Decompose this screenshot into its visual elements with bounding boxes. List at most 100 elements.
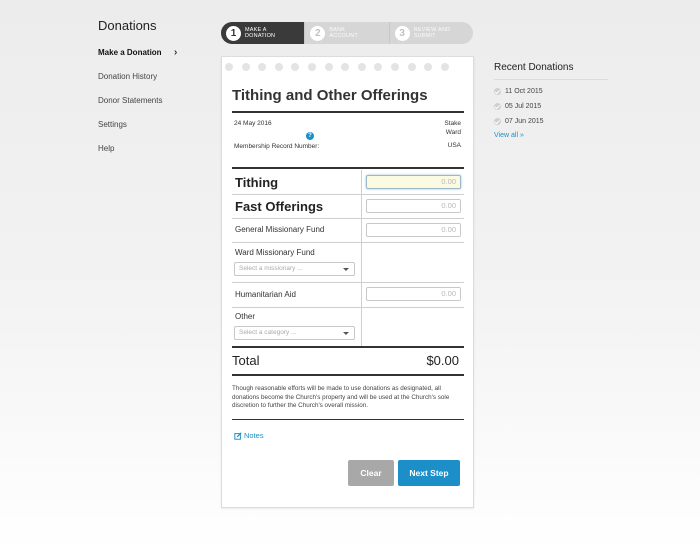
total-value: $0.00: [426, 353, 459, 368]
tithing-label: Tithing: [235, 175, 279, 190]
sidebar-item-label: Make a Donation: [98, 48, 162, 57]
divider: [232, 307, 464, 308]
sidebar-item-label: Help: [98, 144, 115, 153]
step-make-a-donation: 1 MAKE A DONATION: [221, 22, 306, 44]
recent-donation-date: 07 Jun 2015: [505, 118, 544, 125]
recent-donation-item[interactable]: 05 Jul 2015: [494, 99, 608, 114]
divider: [232, 111, 464, 113]
perforation-hole: [374, 63, 383, 71]
view-all-link[interactable]: View all »: [494, 132, 608, 139]
sidebar-nav: Donations Make a Donation › Donation His…: [98, 18, 198, 167]
perforation-hole: [225, 63, 233, 71]
general-missionary-fund-label: General Missionary Fund: [235, 225, 325, 234]
divider: [232, 194, 464, 195]
sidebar-item-make-a-donation[interactable]: Make a Donation ›: [98, 47, 198, 71]
perforation-hole: [291, 63, 300, 71]
sidebar-item-help[interactable]: Help: [98, 143, 198, 167]
sidebar-item-label: Donor Statements: [98, 96, 163, 105]
step-label-line: DONATION: [245, 33, 276, 39]
recent-donation-date: 05 Jul 2015: [505, 103, 542, 110]
perforation-hole: [440, 63, 449, 71]
donation-date: 24 May 2016: [234, 120, 272, 127]
divider: [232, 167, 464, 169]
recent-donations-list: 11 Oct 2015 05 Jul 2015 07 Jun 2015: [494, 84, 608, 129]
perforation-hole: [274, 63, 283, 71]
recent-donation-item[interactable]: 07 Jun 2015: [494, 114, 608, 129]
perforation-holes: [225, 63, 449, 71]
form-title: Tithing and Other Offerings: [232, 87, 428, 104]
divider: [232, 419, 464, 420]
recent-donations-title: Recent Donations: [494, 62, 608, 80]
step-label-line: SUBMIT: [413, 33, 436, 39]
notes-label: Notes: [244, 431, 264, 440]
recent-donation-item[interactable]: 11 Oct 2015: [494, 84, 608, 99]
perforation-hole: [258, 63, 267, 71]
step-number: 1: [226, 25, 241, 41]
sidebar-item-donation-history[interactable]: Donation History: [98, 71, 198, 95]
humanitarian-aid-input[interactable]: 0.00: [366, 287, 461, 301]
step-label-line: REVIEW AND: [413, 26, 451, 33]
sidebar-item-donor-statements[interactable]: Donor Statements: [98, 95, 198, 119]
ward-missionary-fund-label: Ward Missionary Fund: [235, 248, 315, 257]
perforation-hole: [424, 63, 433, 71]
sidebar-item-settings[interactable]: Settings: [98, 119, 198, 143]
step-bank-account: 2 BANK ACCOUNT: [305, 22, 390, 44]
perforation-hole: [341, 63, 350, 71]
general-missionary-fund-input[interactable]: 0.00: [366, 223, 461, 237]
edit-icon: [234, 431, 242, 440]
sidebar-item-label: Donation History: [98, 72, 158, 81]
disclaimer-text: Though reasonable efforts will be made t…: [232, 385, 450, 410]
missionary-select-placeholder: Select a missionary ...: [239, 265, 303, 272]
help-icon[interactable]: ?: [306, 132, 314, 140]
country-label: USA: [447, 142, 461, 149]
fast-offerings-label: Fast Offerings: [235, 199, 324, 214]
divider: [232, 282, 464, 283]
step-review-and-submit: 3 REVIEW AND SUBMIT: [390, 22, 473, 44]
column-divider: [361, 170, 362, 347]
ward-label: Ward: [445, 129, 461, 136]
perforation-hole: [307, 63, 316, 71]
chevron-right-icon: ›: [174, 47, 178, 58]
divider: [232, 374, 464, 376]
step-indicator: 1 MAKE A DONATION 2 BANK ACCOUNT 3 REVIEW …: [221, 22, 473, 44]
category-select[interactable]: Select a category ...: [234, 326, 355, 340]
category-select-placeholder: Select a category ...: [239, 329, 297, 336]
perforation-hole: [324, 63, 333, 71]
check-icon: [494, 103, 501, 110]
dropdown-arrow-icon: [343, 268, 349, 271]
step-label-line: BANK: [329, 26, 346, 33]
check-icon: [494, 118, 501, 125]
missionary-select[interactable]: Select a missionary ...: [234, 262, 355, 276]
check-icon: [494, 88, 501, 95]
perforation-hole: [407, 63, 416, 71]
step-label: MAKE A DONATION: [245, 27, 275, 40]
step-label-line: MAKE A: [245, 26, 267, 33]
fast-offerings-amount-input[interactable]: 0.00: [366, 199, 461, 213]
stake-label: Stake: [444, 120, 461, 127]
tithing-amount-input[interactable]: 0.00: [366, 175, 461, 189]
step-number: 3: [394, 25, 410, 41]
sidebar-item-label: Settings: [98, 120, 127, 129]
divider: [232, 242, 464, 243]
clear-button[interactable]: Clear: [348, 460, 394, 486]
sidebar-title: Donations: [98, 18, 157, 33]
donation-slip: Tithing and Other Offerings 24 May 2016 …: [221, 56, 474, 508]
step-label: BANK ACCOUNT: [329, 27, 358, 40]
divider: [232, 346, 464, 348]
perforation-hole: [241, 63, 250, 71]
recent-donations: Recent Donations 11 Oct 2015 05 Jul 2015…: [494, 62, 608, 139]
step-label: REVIEW AND SUBMIT: [414, 27, 451, 40]
divider: [232, 218, 464, 219]
notes-link[interactable]: Notes: [234, 431, 264, 440]
dropdown-arrow-icon: [343, 332, 349, 335]
step-label-line: ACCOUNT: [329, 33, 358, 39]
humanitarian-aid-label: Humanitarian Aid: [235, 290, 296, 299]
membership-record-label: Membership Record Number:: [234, 143, 320, 150]
next-step-button[interactable]: Next Step: [398, 460, 460, 486]
step-number: 2: [310, 25, 326, 41]
total-label: Total: [232, 353, 260, 368]
other-label: Other: [235, 312, 256, 321]
perforation-hole: [357, 63, 366, 71]
recent-donation-date: 11 Oct 2015: [505, 88, 543, 95]
perforation-hole: [390, 63, 399, 71]
